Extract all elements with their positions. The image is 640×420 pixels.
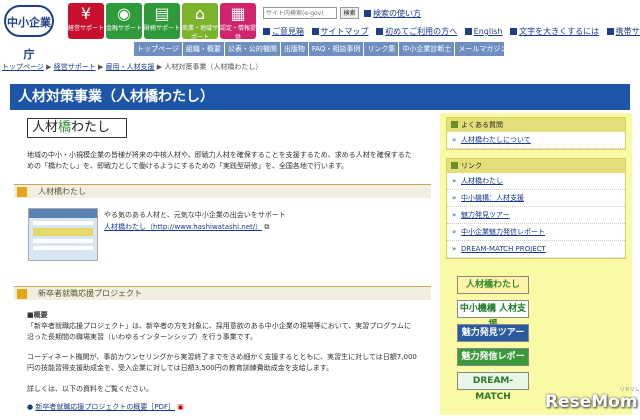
nav-icon-3[interactable]: ▤ 財務サポート bbox=[144, 3, 180, 39]
breadcrumb-home[interactable]: トップページ bbox=[2, 63, 44, 71]
nav-icon-1[interactable]: ¥ 経営サポート bbox=[68, 3, 104, 39]
nav-item[interactable]: モバイル中小企業庁 bbox=[511, 42, 582, 56]
brand-logo: 人材橋わたし bbox=[27, 118, 127, 138]
pdf-icon: ▣ bbox=[177, 403, 184, 411]
sidebar-link-item[interactable]: 中小企業魅力発信レポート bbox=[447, 224, 625, 241]
arrow-icon: ● bbox=[27, 403, 34, 411]
text-size-link[interactable]: 文字を大きくするには bbox=[519, 27, 599, 36]
external-link-icon: ⧉ bbox=[264, 223, 270, 231]
section-marker-icon bbox=[17, 289, 27, 299]
breadcrumb-current: 人材対策事業（人材橋わたし） bbox=[164, 63, 263, 71]
site-logo[interactable]: 中小企業庁 bbox=[4, 5, 54, 61]
sidebar-banner[interactable]: 魅力発見ツアー bbox=[457, 324, 529, 342]
header-utility-links: ご意見箱 サイトマップ 初めてご利用の方へ English 文字を大きくするには… bbox=[263, 26, 640, 37]
nav-icon-4[interactable]: ⌂ 商業・地域サポート bbox=[182, 3, 218, 41]
nav-item[interactable]: 公表・公的機関 bbox=[225, 42, 281, 56]
first-time-link[interactable]: 初めてご利用の方へ bbox=[385, 27, 457, 36]
intro-text: 地域の中小・小規模企業の皆様が将来の中核人材や、即戦力人材を確保することを支援す… bbox=[27, 151, 412, 170]
sidebar-banner[interactable]: 中小機構 人材支援 bbox=[457, 300, 529, 330]
nav-item[interactable]: 中小企業診断士 bbox=[399, 42, 456, 56]
hashiwatashi-link[interactable]: 人材橋わたし（http://www.hashiwatashi.net/） ⧉ bbox=[104, 222, 269, 233]
breadcrumb-keiei[interactable]: 経営サポート bbox=[54, 63, 96, 71]
resemom-watermark: ReseMom リセマム bbox=[545, 387, 640, 412]
section2-para2: コーディネート機関が、事前カウンセリングから実習終了までをきめ細かく支援するとと… bbox=[27, 353, 417, 372]
section-heading-hashiwatashi: 人材橋わたし bbox=[14, 184, 431, 198]
nav-item[interactable]: メールマガジン bbox=[455, 42, 512, 56]
nav-item[interactable]: FAQ・相談事例 bbox=[309, 42, 365, 56]
search-input[interactable] bbox=[263, 7, 337, 19]
shop-icon: ⌂ bbox=[194, 4, 206, 23]
sidebar-banner[interactable]: 人材橋わたし bbox=[457, 276, 529, 294]
section1-text: やる気のある人材と、元気な中小企業の出会いをサポート bbox=[104, 211, 286, 219]
search-button[interactable]: 検索 bbox=[340, 7, 359, 19]
nav-item[interactable]: 白書・統計情報 bbox=[581, 42, 638, 56]
nav-item[interactable]: リンク集 bbox=[364, 42, 400, 56]
english-link[interactable]: English bbox=[474, 27, 503, 36]
faq-box: よくある質問 人材橋わたしについて bbox=[446, 117, 626, 150]
sidebar-link-item[interactable]: 中小機構：人材支援 bbox=[447, 190, 625, 207]
link-heading: リンク bbox=[447, 159, 625, 173]
link-box: リンク 人材橋わたし中小機構：人材支援魅力発見ツアー中小企業魅力発信レポートDR… bbox=[446, 158, 626, 259]
sidebar-banner[interactable]: 魅力発信レポート bbox=[457, 348, 529, 378]
sidebar-link-item[interactable]: 魅力発見ツアー bbox=[447, 207, 625, 224]
nav-icon-2[interactable]: ◉ 金融サポート bbox=[106, 3, 142, 39]
faq-item[interactable]: 人材橋わたしについて bbox=[447, 132, 625, 149]
global-nav: トップページ 組織・概要 公表・公的機関 出版物 FAQ・相談事例 リンク集 中小企業診断士… bbox=[134, 42, 638, 56]
section-marker-icon bbox=[17, 187, 27, 197]
breadcrumb-koyou[interactable]: 雇用・人材支援 bbox=[106, 63, 155, 71]
yen-icon: ¥ bbox=[80, 4, 92, 23]
section2-subheading: ■概要 bbox=[27, 311, 48, 319]
breadcrumb: トップページ ▶ 経営サポート ▶ 雇用・人材支援 ▶ 人材対策事業（人材橋わた… bbox=[2, 63, 263, 71]
faq-heading: よくある質問 bbox=[447, 118, 625, 132]
section2-para1: 「新卒者就職応援プロジェクト」は、新卒者の方を対象に、採用意欲のある中小企業の現… bbox=[27, 322, 412, 341]
search-help-link[interactable]: 検索の使い方 bbox=[364, 8, 421, 19]
site-thumbnail[interactable] bbox=[28, 208, 98, 261]
opinion-link[interactable]: ご意見箱 bbox=[272, 27, 304, 36]
chart-icon: ▤ bbox=[154, 4, 170, 23]
pdf-link[interactable]: ● 新卒者就職応援プロジェクトの概要［PDF］ ▣ bbox=[27, 402, 184, 413]
sidebar-banner[interactable]: DREAM-MATCH bbox=[457, 372, 529, 402]
nav-item[interactable]: 出版物 bbox=[281, 42, 309, 56]
square-bullet-icon bbox=[364, 10, 371, 17]
sidebar-link-item[interactable]: 人材橋わたし bbox=[447, 173, 625, 190]
nav-item[interactable]: 組織・概要 bbox=[183, 42, 225, 56]
coin-icon: ◉ bbox=[117, 4, 131, 23]
mobile-site-link[interactable]: 携帯サイト bbox=[616, 27, 640, 36]
doc-icon: ▦ bbox=[230, 4, 246, 23]
section-heading-shinsotsu: 新卒者就職応援プロジェクト bbox=[14, 286, 431, 300]
nav-item[interactable]: トップページ bbox=[134, 42, 183, 56]
section2-para3: 詳しくは、以下の資料をご覧ください。 bbox=[27, 385, 153, 393]
sidebar-link-item[interactable]: DREAM-MATCH PROJECT bbox=[447, 241, 625, 258]
nav-icon-5[interactable]: ▦ 認定・情報提供 bbox=[220, 3, 256, 41]
page-title: 人材対策事業（人材橋わたし） bbox=[10, 84, 630, 110]
sitemap-link[interactable]: サイトマップ bbox=[321, 27, 369, 36]
